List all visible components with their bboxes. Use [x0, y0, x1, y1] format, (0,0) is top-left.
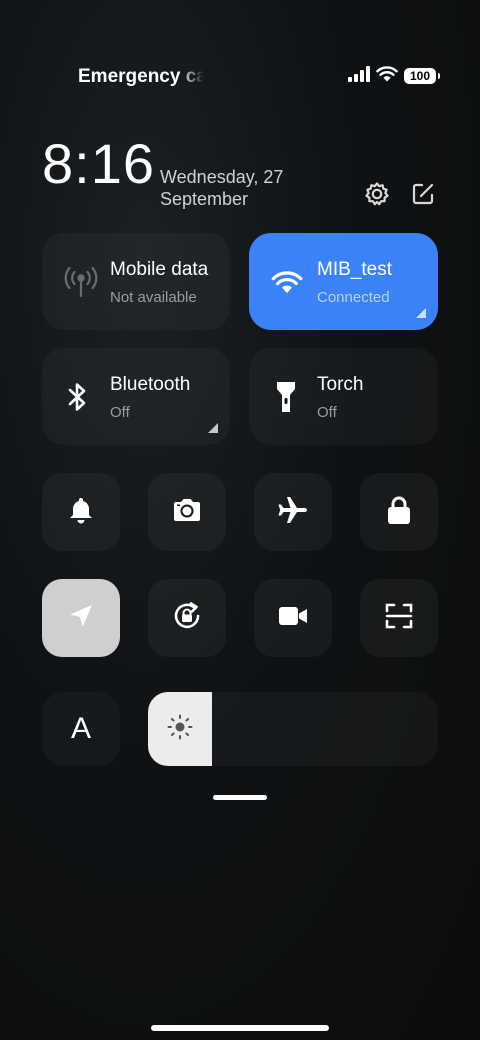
bluetooth-tile[interactable]: Bluetooth Off: [42, 348, 230, 445]
scan-icon: [384, 601, 414, 636]
screen-recorder-toggle[interactable]: [254, 579, 332, 657]
date-line-2: September: [160, 189, 249, 209]
airplane-icon: [277, 494, 309, 531]
edit-icon: [410, 181, 436, 212]
clock-time: 8:16: [42, 132, 155, 195]
wifi-expand-corner[interactable]: [416, 308, 426, 318]
torch-title: Torch: [317, 374, 364, 395]
bluetooth-icon: [64, 348, 90, 445]
antenna-icon: [64, 233, 98, 330]
airplane-toggle[interactable]: [254, 473, 332, 551]
battery-icon: 100: [404, 68, 440, 84]
brightness-fill[interactable]: [148, 692, 212, 766]
carrier-label: Emergency calls only: [78, 66, 204, 87]
wifi-subtitle: Connected: [317, 289, 390, 306]
settings-button[interactable]: [362, 181, 392, 211]
lock-icon: [385, 494, 413, 531]
panel-drag-handle[interactable]: [213, 795, 267, 800]
wifi-tile[interactable]: MIB_test Connected: [249, 233, 438, 330]
sun-icon: [166, 713, 194, 746]
torch-tile[interactable]: Torch Off: [249, 348, 438, 445]
mobile-data-tile[interactable]: Mobile data Not available: [42, 233, 230, 330]
bluetooth-subtitle: Off: [110, 404, 130, 421]
video-icon: [277, 604, 309, 633]
screenshot-toggle[interactable]: [148, 473, 226, 551]
lock-screen-toggle[interactable]: [360, 473, 438, 551]
wifi-icon: [376, 65, 398, 87]
torch-icon: [271, 348, 301, 445]
font-size-label: A: [70, 712, 91, 745]
location-toggle[interactable]: [42, 579, 120, 657]
date-label: Wednesday, 27 September: [160, 166, 283, 210]
gear-icon: [363, 180, 391, 213]
date-line-1: Wednesday, 27: [160, 167, 284, 187]
bluetooth-title: Bluetooth: [110, 374, 191, 395]
rotation-lock-icon: [170, 599, 204, 638]
edit-button[interactable]: [408, 181, 438, 211]
rotation-lock-toggle[interactable]: [148, 579, 226, 657]
status-icons: 100: [348, 65, 440, 87]
bell-icon: [66, 495, 96, 530]
camera-icon: [171, 496, 203, 529]
signal-icon: [348, 65, 370, 87]
bluetooth-expand-corner[interactable]: [208, 423, 218, 433]
mobile-data-subtitle: Not available: [110, 289, 197, 306]
torch-subtitle: Off: [317, 404, 337, 421]
wifi-icon: [271, 233, 303, 330]
font-size-button[interactable]: A: [42, 692, 120, 766]
scanner-toggle[interactable]: [360, 579, 438, 657]
location-icon: [67, 602, 95, 635]
mobile-data-title: Mobile data: [110, 259, 209, 280]
home-indicator[interactable]: [151, 1025, 329, 1031]
wifi-title: MIB_test: [317, 259, 392, 280]
ring-toggle[interactable]: [42, 473, 120, 551]
